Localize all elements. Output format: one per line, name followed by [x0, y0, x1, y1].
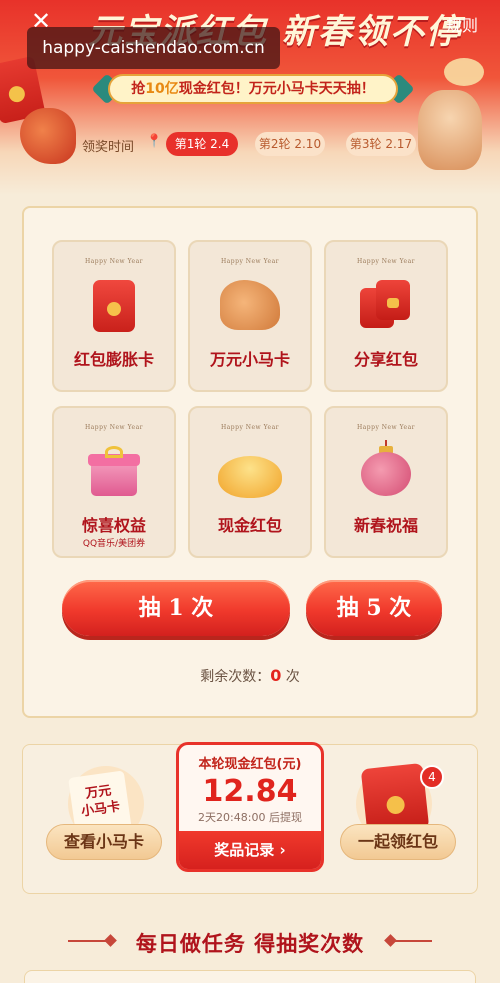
share-envelope-icon — [360, 280, 412, 328]
horse-icon — [220, 280, 280, 330]
round-schedule: 领奖时间 📍 第1轮 2.4 第2轮 2.10 第3轮 2.17 — [0, 132, 500, 158]
url-banner: happy-caishendao.com.cn — [27, 27, 280, 69]
schedule-label: 领奖时间 — [82, 140, 135, 155]
prize-title: 现金红包 — [217, 516, 282, 535]
round-tab-3[interactable]: 第3轮 2.17 — [346, 132, 416, 156]
gift-box-icon — [88, 446, 140, 496]
card-tag: Happy New Year — [220, 258, 280, 265]
card-tag: Happy New Year — [220, 424, 280, 431]
promo-prefix: 抢 — [131, 81, 146, 97]
share-red-envelope-button[interactable]: 一起领红包 — [340, 824, 456, 860]
remaining-draws: 剩余次数：0 次 — [24, 666, 476, 686]
prize-card[interactable]: Happy New Year 万元小马卡 — [188, 240, 312, 392]
prize-records-button[interactable]: 奖品记录 › — [179, 831, 321, 869]
card-tag: Happy New Year — [356, 424, 416, 431]
cash-label: 本轮现金红包(元) — [198, 757, 302, 772]
remaining-prefix: 剩余次数： — [200, 669, 271, 685]
title-divider-right — [392, 940, 432, 942]
prize-card[interactable]: Happy New Year 新春祝福 — [324, 406, 448, 558]
prize-title: 分享红包 — [353, 350, 418, 369]
horse-mascot-icon — [418, 90, 482, 170]
gold-ingot-icon — [218, 456, 282, 498]
withdraw-countdown: 2天20:48:00 后提现 — [198, 811, 302, 824]
prize-card[interactable]: Happy New Year 惊喜权益 QQ音乐/美团券 — [52, 406, 176, 558]
prize-title: 新春祝福 — [353, 516, 418, 535]
red-envelope-icon — [93, 280, 135, 332]
prize-panel: Happy New Year 红包膨胀卡 Happy New Year 万元小马… — [22, 206, 478, 718]
draw-once-button[interactable]: 抽 1 次 — [62, 580, 290, 636]
draw-five-button[interactable]: 抽 5 次 — [306, 580, 442, 636]
remaining-count: 0 — [270, 666, 282, 685]
cash-red-envelope-card: 本轮现金红包(元) 12.84 2天20:48:00 后提现 奖品记录 › — [176, 742, 324, 872]
card-tag: Happy New Year — [84, 424, 144, 431]
prize-subtitle: QQ音乐/美团券 — [82, 539, 146, 549]
location-pin-icon: 📍 — [146, 134, 163, 149]
tasks-section-title: 每日做任务 得抽奖次数 — [135, 931, 365, 956]
notification-count-badge: 4 — [420, 765, 444, 789]
view-horse-card-button[interactable]: 查看小马卡 — [46, 824, 162, 860]
card-tag: Happy New Year — [84, 258, 144, 265]
rules-link[interactable]: 规则 — [446, 12, 478, 36]
remaining-suffix: 次 — [285, 669, 300, 685]
prize-title: 红包膨胀卡 — [73, 350, 154, 369]
header: 元宝派红包 新春领不停 ✕ 规则 happy-caishendao.com.cn… — [0, 0, 500, 195]
task-list-panel — [24, 970, 476, 983]
round-tab-1[interactable]: 第1轮 2.4 — [166, 132, 238, 156]
lantern-icon — [361, 440, 411, 502]
prize-card[interactable]: Happy New Year 红包膨胀卡 — [52, 240, 176, 392]
prize-card[interactable]: Happy New Year 分享红包 — [324, 240, 448, 392]
round-tab-2[interactable]: 第2轮 2.10 — [255, 132, 325, 156]
promo-highlight: 10亿 — [145, 81, 179, 97]
sky-lantern-decoration-icon — [444, 58, 484, 86]
promo-banner: 抢10亿现金红包！万元小马卡天天抽！ — [108, 74, 398, 104]
prize-title: 万元小马卡 — [209, 350, 290, 369]
prize-title: 惊喜权益 — [81, 516, 146, 535]
cash-amount: 12.84 — [202, 774, 298, 809]
card-tag: Happy New Year — [356, 258, 416, 265]
prize-card[interactable]: Happy New Year 现金红包 — [188, 406, 312, 558]
promo-suffix: 现金红包！万元小马卡天天抽！ — [178, 81, 375, 97]
